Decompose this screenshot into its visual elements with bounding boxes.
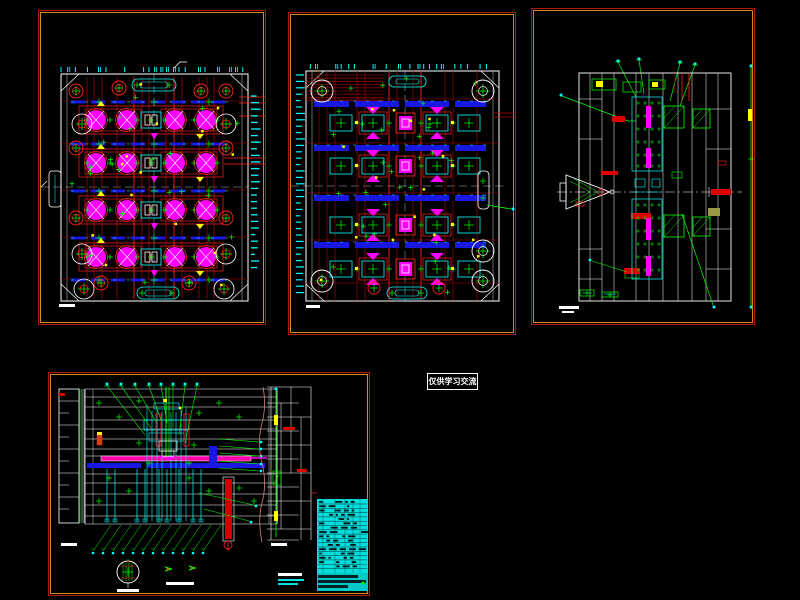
clamp-column <box>58 388 80 524</box>
drawing-sheet-plan-view-2[interactable] <box>288 12 516 335</box>
drawing-sheet-assembly-section[interactable] <box>48 372 370 596</box>
caption-smudge <box>61 543 77 546</box>
side-section-drawing <box>557 57 754 313</box>
plate-outline <box>60 73 249 302</box>
caption-smudge <box>559 306 579 309</box>
slot <box>388 75 427 88</box>
plan-view-1-drawing <box>40 61 265 307</box>
drawing-sheet-side-section[interactable] <box>531 8 755 325</box>
caption-smudge <box>278 573 302 576</box>
caption-smudge <box>166 582 194 585</box>
caption-smudge <box>306 305 320 308</box>
side-slot <box>477 170 490 210</box>
seal <box>646 148 651 168</box>
assembly-section-drawing <box>58 382 369 592</box>
watermark-box: 仅供学习交流 <box>427 373 478 390</box>
seal <box>646 256 651 276</box>
plan-view-2-drawing <box>291 64 515 308</box>
watermark-text: 仅供学习交流 <box>428 377 477 386</box>
caption-smudge <box>59 304 75 307</box>
seal <box>646 106 651 128</box>
cad-workspace: 仅供学习交流 <box>0 0 800 600</box>
drawing-sheet-plan-view-1[interactable] <box>38 10 266 325</box>
seal <box>646 218 651 240</box>
caption-smudge <box>117 589 139 592</box>
caption-smudge <box>271 543 287 546</box>
